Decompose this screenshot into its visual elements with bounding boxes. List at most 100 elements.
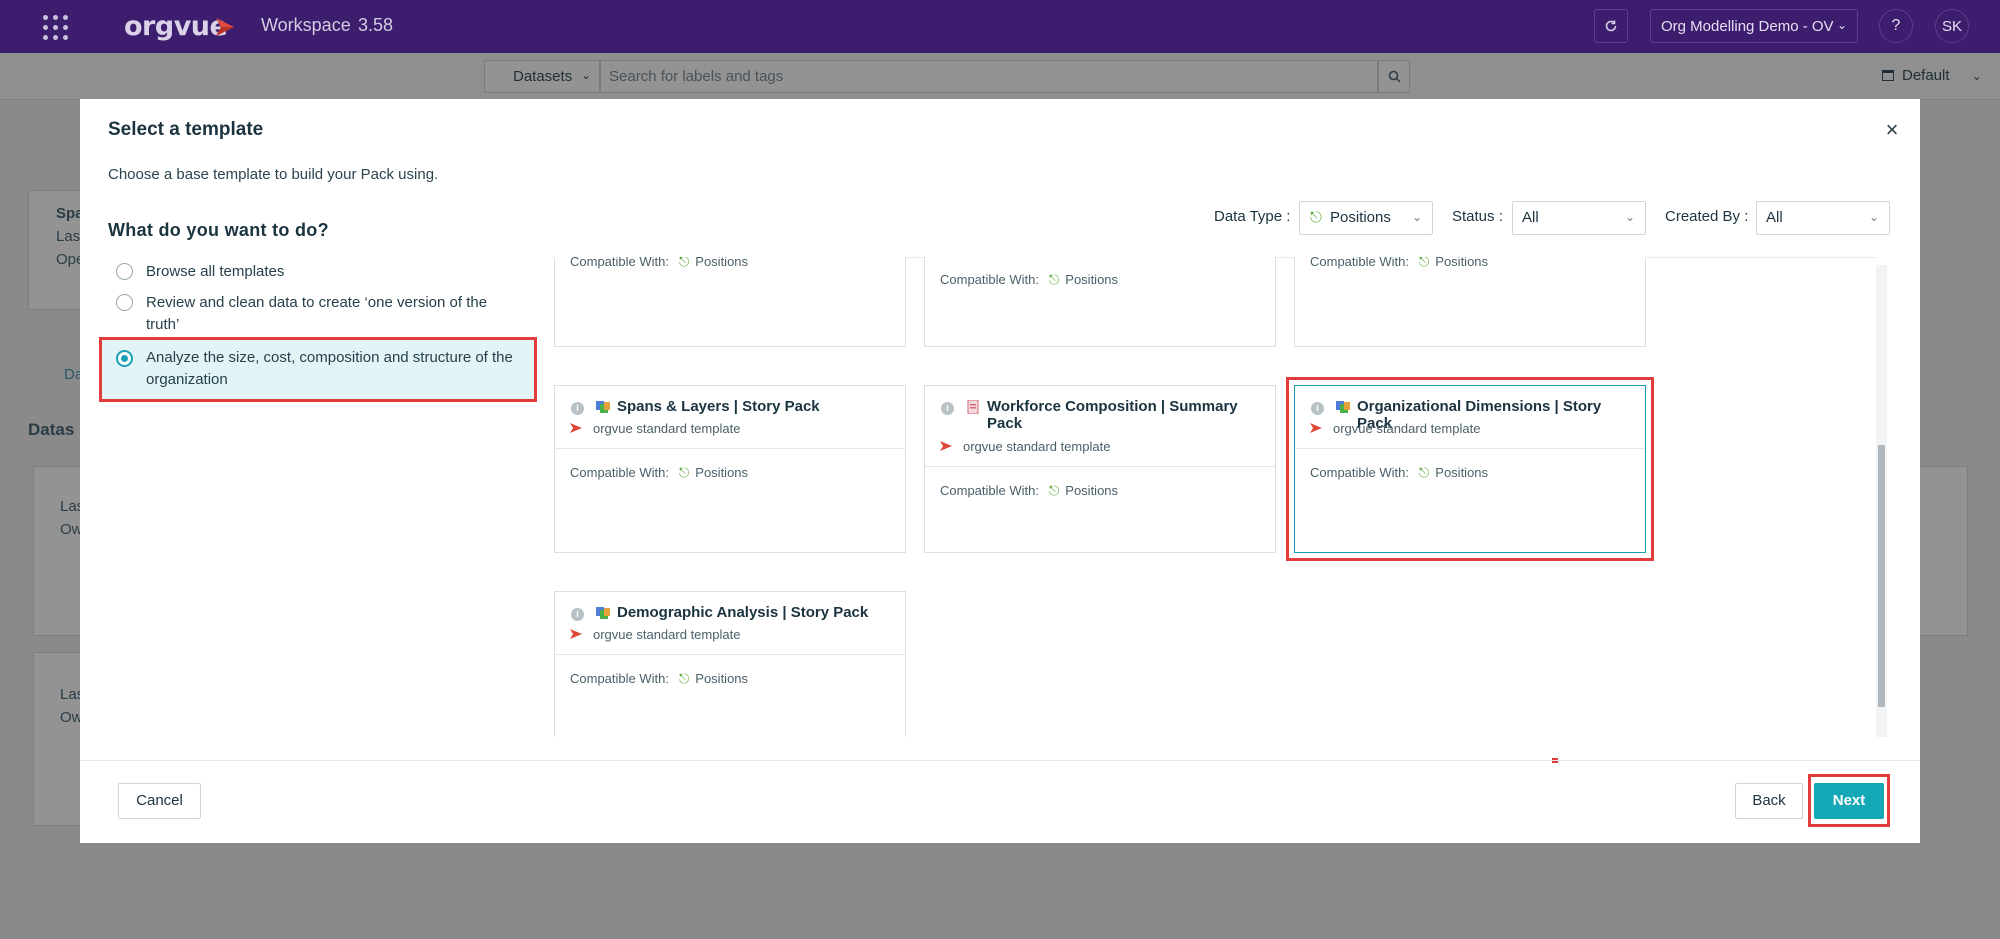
story-pack-icon (596, 401, 610, 413)
option-browse-all[interactable]: Browse all templates (102, 259, 534, 289)
dialog-subtitle: Choose a base template to build your Pac… (108, 166, 439, 183)
template-tile-partial[interactable]: Compatible With: ⎋ Positions (924, 257, 1276, 347)
option-label: Analyze the size, cost, composition and … (146, 349, 513, 388)
background-card-line: Las (56, 228, 81, 245)
compatible-with-line: Compatible With: ⎋ Positions (940, 272, 1118, 288)
template-title: Spans & Layers | Story Pack (617, 398, 820, 415)
user-avatar[interactable]: SK (1935, 9, 1969, 43)
option-review-clean[interactable]: Review and clean data to create ‘one ver… (102, 290, 534, 336)
status-filter[interactable]: All ⌄ (1512, 201, 1646, 235)
datasets-dropdown[interactable]: Datasets ⌄ (484, 60, 600, 93)
data-type-filter-label: Data Type : (1214, 208, 1291, 225)
scrollbar-thumb[interactable] (1878, 445, 1885, 707)
radio-button[interactable] (116, 263, 133, 280)
positions-icon: ⎋ (678, 257, 690, 269)
positions-label: Positions (695, 671, 749, 686)
compatible-with-label: Compatible With: (1310, 465, 1409, 480)
chevron-down-icon: ⌄ (1868, 210, 1879, 224)
goal-question-heading: What do you want to do? (108, 220, 329, 240)
status-filter-label: Status : (1452, 208, 1503, 225)
label-search-input[interactable]: Search for labels and tags (600, 60, 1378, 93)
search-icon[interactable] (1378, 60, 1410, 93)
compatible-with-line: Compatible With: ⎋ Positions (1310, 465, 1488, 481)
info-icon[interactable]: i (1311, 402, 1324, 415)
compatible-with-line: Compatible With: ⎋ Positions (1310, 257, 1488, 270)
orgvue-logo-mark-icon (570, 629, 582, 639)
view-selector-label: Default (1902, 67, 1950, 84)
positions-label: Positions (695, 257, 749, 269)
orgvue-logo-mark-icon (1310, 423, 1322, 433)
positions-icon: ⎋ (1310, 209, 1322, 226)
created-by-filter-label: Created By : (1665, 208, 1749, 225)
template-tile-partial[interactable]: Compatible With: ⎋ Positions (1294, 257, 1646, 347)
help-button[interactable]: ? (1879, 9, 1913, 43)
template-tiles: Compatible With: ⎋ Positions Compatible Wi… (552, 257, 1972, 737)
template-source: orgvue standard template (963, 439, 1111, 454)
positions-label: Positions (695, 465, 749, 480)
chevron-down-icon: ⌄ (1624, 210, 1635, 224)
cancel-button[interactable]: Cancel (118, 783, 201, 819)
positions-icon: ⎋ (678, 671, 690, 686)
orgvue-logo-mark-icon (570, 423, 582, 433)
top-app-bar: orgvue Workspace 3.58 Org Modelling Demo… (0, 0, 2000, 53)
positions-icon: ⎋ (1418, 257, 1430, 269)
app-launcher-icon[interactable] (43, 15, 69, 41)
chevron-down-icon: ⌄ (580, 68, 591, 82)
chevron-down-icon: ⌄ (1836, 18, 1847, 32)
dataset-search-bar: Datasets ⌄ Search for labels and tags De… (0, 53, 2000, 100)
template-title: Workforce Composition | Summary Pack (987, 398, 1238, 432)
story-pack-icon (596, 607, 610, 619)
dialog-title: Select a template (108, 119, 264, 140)
back-button[interactable]: Back (1735, 783, 1803, 819)
option-label: Review and clean data to create ‘one ver… (146, 294, 488, 333)
info-icon[interactable]: i (571, 402, 584, 415)
tile-divider (555, 448, 905, 449)
compatible-with-label: Compatible With: (940, 483, 1039, 498)
info-icon[interactable]: i (941, 402, 954, 415)
data-type-filter[interactable]: ⎋ Positions ⌄ (1299, 201, 1433, 235)
positions-label: Positions (1065, 483, 1119, 498)
compatible-with-label: Compatible With: (570, 257, 669, 269)
info-icon[interactable]: i (571, 608, 584, 621)
view-selector[interactable]: Default ⌄ (1882, 67, 1982, 84)
template-title: Demographic Analysis | Story Pack (617, 604, 869, 621)
story-pack-icon (1336, 401, 1350, 413)
template-tile-spans-layers[interactable]: i Spans & Layers | Story Pack orgvue sta… (554, 385, 906, 553)
radio-button-selected[interactable] (116, 350, 133, 367)
option-analyze-organization[interactable]: Analyze the size, cost, composition and … (99, 337, 537, 402)
organization-name: Org Modelling Demo - OV (1661, 18, 1834, 35)
next-button[interactable]: Next (1814, 783, 1884, 819)
chevron-down-icon: ⌄ (1971, 69, 1982, 83)
template-tile-workforce-composition[interactable]: i Workforce Composition | Summary Pack o… (924, 385, 1276, 553)
positions-label: Positions (1435, 465, 1489, 480)
organization-selector[interactable]: Org Modelling Demo - OV ⌄ (1650, 9, 1858, 43)
template-tile-partial[interactable]: Compatible With: ⎋ Positions (554, 257, 906, 347)
summary-pack-icon (967, 400, 979, 414)
tile-divider (925, 466, 1275, 467)
compatible-with-label: Compatible With: (940, 272, 1039, 287)
compatible-with-label: Compatible With: (570, 465, 669, 480)
template-tile-demographic-analysis[interactable]: i Demographic Analysis | Story Pack orgv… (554, 591, 906, 737)
footer-divider (80, 760, 1920, 761)
orgvue-logo-mark-icon (216, 18, 234, 36)
template-source: orgvue standard template (1333, 421, 1481, 436)
select-template-dialog: Select a template × Choose a base templa… (80, 99, 1920, 843)
product-version: 3.58 (358, 15, 394, 35)
compatible-with-line: Compatible With: ⎋ Positions (570, 465, 748, 481)
refresh-icon (1605, 20, 1617, 32)
positions-label: Positions (1435, 257, 1489, 269)
compatible-with-line: Compatible With: ⎋ Positions (940, 483, 1118, 499)
data-type-filter-value: Positions (1330, 209, 1391, 226)
tiles-scrollbar[interactable] (1876, 265, 1887, 737)
sync-button[interactable] (1594, 9, 1628, 43)
radio-button[interactable] (116, 294, 133, 311)
tile-divider (555, 654, 905, 655)
created-by-filter[interactable]: All ⌄ (1756, 201, 1890, 235)
template-source: orgvue standard template (593, 627, 741, 642)
close-icon[interactable]: × (1880, 119, 1904, 143)
positions-icon: ⎋ (1418, 465, 1430, 480)
status-filter-value: All (1522, 209, 1539, 226)
positions-icon: ⎋ (678, 465, 690, 480)
template-tile-organizational-dimensions[interactable]: i Organizational Dimensions | Story Pack… (1286, 377, 1654, 561)
option-label: Browse all templates (146, 263, 285, 280)
